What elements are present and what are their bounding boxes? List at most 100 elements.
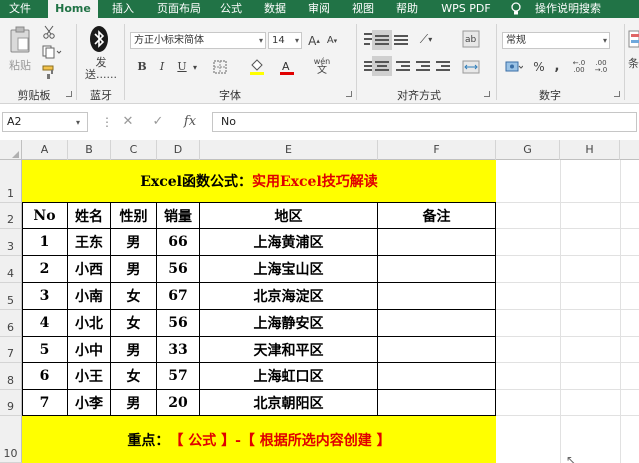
column-header-d[interactable]: D — [157, 140, 200, 160]
table-cell[interactable]: 男 — [111, 337, 157, 363]
align-middle-icon[interactable] — [372, 30, 392, 50]
table-cell[interactable]: 小南 — [68, 283, 111, 310]
tab-formulas[interactable]: 公式 — [214, 0, 248, 18]
table-cell[interactable]: 北京朝阳区 — [200, 390, 378, 416]
decrease-decimal-icon[interactable]: .00 →.0 — [592, 58, 610, 75]
borders-icon[interactable] — [208, 58, 232, 75]
cancel-icon[interactable]: ✕ — [118, 112, 138, 132]
font-launcher-icon[interactable] — [346, 91, 352, 97]
column-header-b[interactable]: B — [68, 140, 111, 160]
table-cell[interactable]: 上海静安区 — [200, 310, 378, 337]
table-cell[interactable]: 上海虹口区 — [200, 363, 378, 390]
column-header-a[interactable]: A — [22, 140, 68, 160]
wrap-text-icon[interactable]: ab — [460, 28, 482, 50]
percent-style-button[interactable]: % — [532, 58, 546, 75]
enter-icon[interactable]: ✓ — [148, 112, 168, 132]
font-color-icon[interactable]: A — [276, 58, 298, 75]
row-header-5[interactable]: 5 — [0, 283, 22, 310]
column-header-f[interactable]: F — [378, 140, 496, 160]
table-cell[interactable]: 4 — [22, 310, 68, 337]
row-header-4[interactable]: 4 — [0, 256, 22, 283]
tab-data[interactable]: 数据 — [258, 0, 292, 18]
table-cell[interactable]: 5 — [22, 337, 68, 363]
conditional-formatting-icon[interactable] — [628, 26, 639, 52]
table-cell[interactable] — [378, 337, 496, 363]
row-header-8[interactable]: 8 — [0, 363, 22, 390]
table-cell[interactable]: 男 — [111, 390, 157, 416]
chevron-down-icon[interactable]: ▾ — [190, 60, 200, 74]
bluetooth-icon[interactable] — [88, 24, 110, 54]
spreadsheet-grid[interactable]: A B C D E F G H 1 2 3 4 5 6 7 8 9 10 Exc… — [0, 140, 639, 463]
increase-decimal-icon[interactable]: ←.0.00 — [570, 58, 588, 75]
table-cell[interactable]: 小王 — [68, 363, 111, 390]
cut-icon[interactable] — [40, 24, 58, 40]
table-cell[interactable]: 上海黄浦区 — [200, 229, 378, 256]
accounting-format-icon[interactable] — [502, 58, 526, 75]
footer-banner[interactable]: 重点：【 公式 】-【 根据所选内容创建 】 — [22, 416, 496, 463]
table-cell[interactable]: 男 — [111, 229, 157, 256]
column-header-e[interactable]: E — [200, 140, 378, 160]
table-cell[interactable]: 57 — [157, 363, 200, 390]
column-header-c[interactable]: C — [111, 140, 157, 160]
number-format-select[interactable]: 常规 ▾ — [502, 32, 610, 49]
tab-insert[interactable]: 插入 — [106, 0, 140, 18]
font-name-select[interactable]: 方正小标宋简体 ▾ — [130, 32, 266, 49]
alignment-launcher-icon[interactable] — [484, 91, 490, 97]
table-cell[interactable] — [378, 229, 496, 256]
fill-color-icon[interactable] — [246, 58, 268, 75]
table-cell[interactable]: 3 — [22, 283, 68, 310]
decrease-indent-icon[interactable] — [414, 58, 432, 76]
table-cell[interactable]: 女 — [111, 363, 157, 390]
table-cell[interactable]: 56 — [157, 310, 200, 337]
table-cell[interactable]: 小李 — [68, 390, 111, 416]
header-cell-no[interactable]: No — [22, 203, 68, 229]
tab-home[interactable]: Home — [48, 0, 98, 18]
table-cell[interactable]: 女 — [111, 310, 157, 337]
paste-button[interactable]: 粘贴 — [6, 58, 34, 72]
table-cell[interactable]: 女 — [111, 283, 157, 310]
tab-wps-pdf[interactable]: WPS PDF — [434, 0, 498, 18]
title-banner[interactable]: Excel函数公式： 实用Excel技巧解读 — [22, 160, 496, 203]
header-cell-region[interactable]: 地区 — [200, 203, 378, 229]
number-launcher-icon[interactable] — [614, 91, 620, 97]
table-cell[interactable]: 小中 — [68, 337, 111, 363]
phonetic-guide-icon[interactable]: wén 文 — [310, 56, 334, 76]
tab-view[interactable]: 视图 — [346, 0, 380, 18]
table-cell[interactable]: 6 — [22, 363, 68, 390]
header-cell-gender[interactable]: 性别 — [111, 203, 157, 229]
formula-bar-grip[interactable]: ⋮ — [101, 113, 113, 131]
table-cell[interactable] — [378, 390, 496, 416]
table-cell[interactable] — [378, 283, 496, 310]
column-header-h[interactable]: H — [560, 140, 620, 160]
table-cell[interactable]: 天津和平区 — [200, 337, 378, 363]
header-cell-remark[interactable]: 备注 — [378, 203, 496, 229]
table-cell[interactable]: 王东 — [68, 229, 111, 256]
tab-review[interactable]: 审阅 — [302, 0, 336, 18]
table-cell[interactable]: 56 — [157, 256, 200, 283]
bluetooth-send-button[interactable]: 发送...... — [84, 56, 118, 82]
copy-icon[interactable] — [40, 44, 64, 60]
tab-help[interactable]: 帮助 — [390, 0, 424, 18]
table-cell[interactable]: 66 — [157, 229, 200, 256]
bold-button[interactable]: B — [134, 58, 150, 75]
row-header-9[interactable]: 9 — [0, 390, 22, 416]
table-cell[interactable]: 小西 — [68, 256, 111, 283]
align-center-icon[interactable] — [372, 56, 392, 76]
tell-me-search[interactable]: 操作说明搜索 — [526, 0, 610, 18]
table-cell[interactable]: 1 — [22, 229, 68, 256]
align-right-icon[interactable] — [394, 58, 412, 76]
table-cell[interactable]: 33 — [157, 337, 200, 363]
column-header-g[interactable]: G — [496, 140, 560, 160]
underline-button[interactable]: U — [174, 58, 190, 75]
tab-file[interactable]: 文件 — [4, 0, 36, 18]
increase-indent-icon[interactable] — [434, 58, 452, 76]
tab-page-layout[interactable]: 页面布局 — [152, 0, 206, 18]
chevron-down-icon[interactable]: ▾ — [76, 118, 80, 127]
font-size-select[interactable]: 14 ▾ — [268, 32, 302, 49]
table-cell[interactable]: 2 — [22, 256, 68, 283]
table-cell[interactable] — [378, 310, 496, 337]
italic-button[interactable]: I — [154, 58, 170, 75]
insert-function-button[interactable]: fx — [180, 112, 200, 132]
table-cell[interactable] — [378, 363, 496, 390]
row-header-6[interactable]: 6 — [0, 310, 22, 337]
